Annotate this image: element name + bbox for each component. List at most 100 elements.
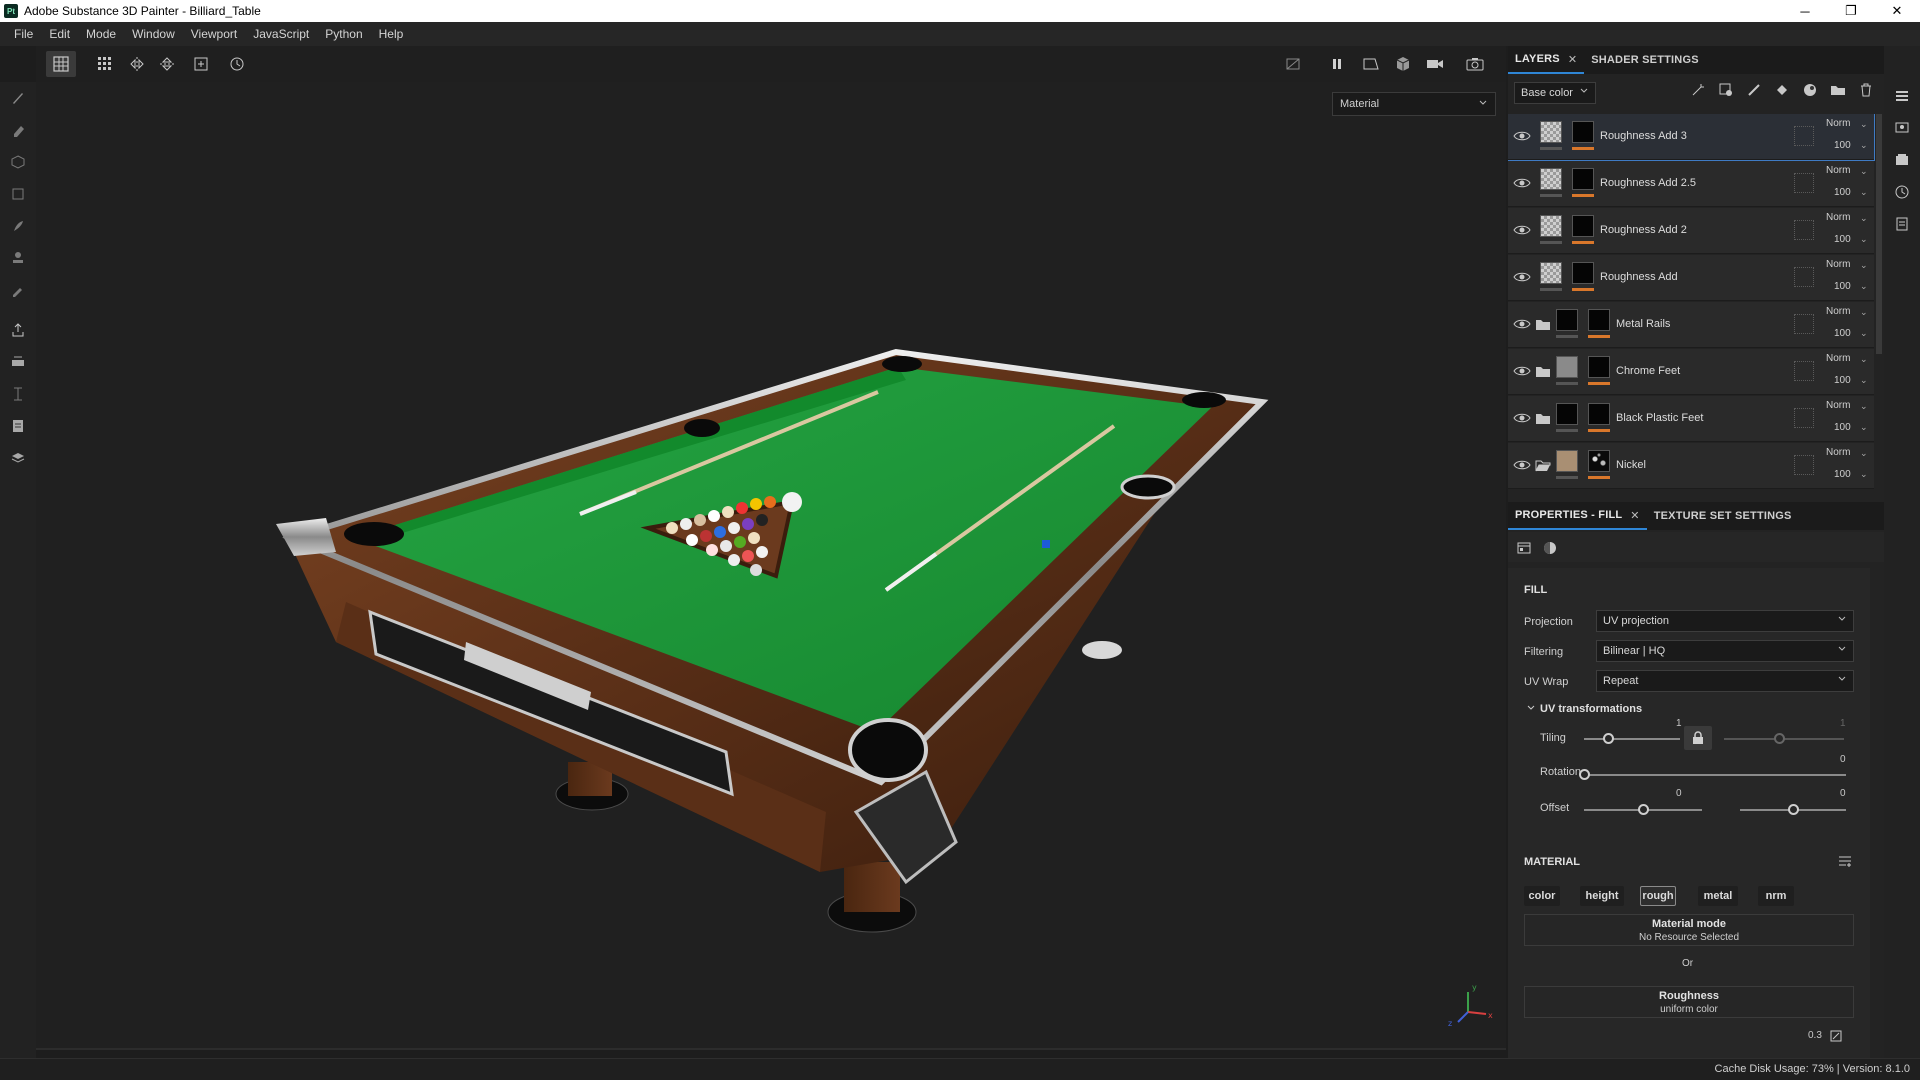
channel-toggle-color[interactable]: color — [1524, 886, 1560, 906]
layer-blend-mode[interactable]: Norm — [1826, 259, 1850, 270]
menu-window[interactable]: Window — [124, 27, 183, 41]
layer-opacity[interactable]: 100 — [1834, 375, 1851, 386]
assets-icon[interactable] — [1892, 150, 1912, 170]
menu-help[interactable]: Help — [371, 27, 412, 41]
grid-dots-icon[interactable] — [90, 51, 120, 77]
chevron-down-icon[interactable]: ⌄ — [1860, 469, 1868, 480]
chevron-down-icon[interactable]: ⌄ — [1860, 140, 1868, 151]
layer-blend-mode[interactable]: Norm — [1826, 353, 1850, 364]
color-picker-icon[interactable] — [8, 280, 28, 300]
menu-viewport[interactable]: Viewport — [183, 27, 245, 41]
rotation-slider-knob[interactable] — [1579, 769, 1590, 780]
chevron-down-icon[interactable]: ⌄ — [1860, 166, 1868, 177]
layer-mask-slot[interactable] — [1794, 173, 1814, 193]
layer-thumbnail[interactable] — [1556, 403, 1578, 425]
material-sphere-icon[interactable] — [1540, 538, 1560, 558]
layer-blend-mode[interactable]: Norm — [1826, 447, 1850, 458]
chevron-down-icon[interactable]: ⌄ — [1860, 401, 1868, 412]
layer-opacity[interactable]: 100 — [1834, 187, 1851, 198]
layer-mask-slot[interactable] — [1794, 220, 1814, 240]
layer-blend-mode[interactable]: Norm — [1826, 400, 1850, 411]
close-icon[interactable]: ✕ — [1630, 509, 1639, 522]
add-smart-material-icon[interactable] — [1800, 80, 1820, 100]
tab-texture-set-settings[interactable]: TEXTURE SET SETTINGS — [1647, 502, 1799, 530]
visibility-eye-icon[interactable] — [1513, 176, 1531, 190]
layer-thumbnail[interactable] — [1556, 450, 1578, 472]
chevron-down-icon[interactable]: ⌄ — [1860, 448, 1868, 459]
layer-mask-thumbnail[interactable] — [1572, 168, 1594, 190]
channel-toggle-rough[interactable]: rough — [1640, 886, 1676, 906]
menu-edit[interactable]: Edit — [41, 27, 78, 41]
visibility-eye-icon[interactable] — [1513, 317, 1531, 331]
layer-thumbnail[interactable] — [1556, 309, 1578, 331]
uv-transformations-toggle[interactable]: UV transformations — [1526, 702, 1642, 716]
material-mode-box[interactable]: Material mode No Resource Selected — [1524, 914, 1854, 946]
chevron-down-icon[interactable]: ⌄ — [1860, 281, 1868, 292]
add-effect-icon[interactable] — [1688, 80, 1708, 100]
chevron-down-icon[interactable]: ⌄ — [1860, 234, 1868, 245]
log-icon[interactable] — [1892, 214, 1912, 234]
layer-row[interactable]: Chrome Feet Norm ⌄ 100 ⌄ — [1508, 349, 1874, 395]
filtering-select[interactable]: Bilinear | HQ — [1596, 640, 1854, 662]
folder-icon[interactable] — [1535, 318, 1551, 331]
layer-mask-thumbnail[interactable] — [1588, 450, 1610, 472]
pause-icon[interactable] — [1322, 51, 1352, 77]
rotation-slider[interactable] — [1584, 774, 1846, 776]
tab-layers[interactable]: LAYERS ✕ — [1508, 46, 1585, 74]
visibility-eye-icon[interactable] — [1513, 364, 1531, 378]
folder-open-icon[interactable] — [1535, 459, 1551, 472]
layer-mask-slot[interactable] — [1794, 267, 1814, 287]
layer-mask-slot[interactable] — [1794, 408, 1814, 428]
eraser-icon[interactable] — [8, 120, 28, 140]
tab-shader-settings[interactable]: SHADER SETTINGS — [1584, 46, 1706, 74]
layer-row[interactable]: Roughness Add Norm ⌄ 100 ⌄ — [1508, 255, 1874, 301]
offset-v-slider-knob[interactable] — [1788, 804, 1799, 815]
roughness-box[interactable]: Roughness uniform color — [1524, 986, 1854, 1018]
chevron-down-icon[interactable]: ⌄ — [1860, 260, 1868, 271]
channel-toggle-height[interactable]: height — [1580, 886, 1624, 906]
layer-mask-thumbnail[interactable] — [1588, 403, 1610, 425]
layer-mask-thumbnail[interactable] — [1572, 121, 1594, 143]
smudge-icon[interactable] — [8, 216, 28, 236]
symmetry-y-icon[interactable] — [152, 51, 182, 77]
layer-blend-mode[interactable]: Norm — [1826, 165, 1850, 176]
viewport-mode-select[interactable]: Material — [1332, 92, 1496, 116]
chevron-down-icon[interactable]: ⌄ — [1860, 187, 1868, 198]
viewport-scrollbar[interactable] — [36, 1048, 1506, 1050]
screenshot-camera-icon[interactable] — [1460, 51, 1490, 77]
resize-icon[interactable] — [1830, 1030, 1842, 1045]
export-icon[interactable] — [8, 320, 28, 340]
layer-row[interactable]: Roughness Add 3 Norm ⌄ 100 ⌄ — [1508, 114, 1875, 161]
layers-scrollbar[interactable] — [1876, 114, 1882, 354]
channel-select[interactable]: Base color — [1514, 82, 1596, 104]
history-icon[interactable] — [222, 51, 252, 77]
channel-toggle-nrm[interactable]: nrm — [1758, 886, 1794, 906]
layer-mask-slot[interactable] — [1794, 361, 1814, 381]
display-settings-icon[interactable] — [1892, 118, 1912, 138]
lock-icon[interactable] — [1684, 726, 1712, 750]
tiling-slider-knob[interactable] — [1603, 733, 1614, 744]
chevron-down-icon[interactable]: ⌄ — [1860, 119, 1868, 130]
chevron-down-icon[interactable]: ⌄ — [1860, 354, 1868, 365]
delete-layer-icon[interactable] — [1856, 80, 1876, 100]
layer-blend-mode[interactable]: Norm — [1826, 118, 1850, 129]
layer-opacity[interactable]: 100 — [1834, 469, 1851, 480]
texture-grid-icon[interactable] — [46, 51, 76, 77]
paint-brush-icon[interactable] — [8, 88, 28, 108]
uv-wrap-select[interactable]: Repeat — [1596, 670, 1854, 692]
history-dock-icon[interactable] — [1892, 182, 1912, 202]
layer-row[interactable]: Nickel Norm ⌄ 100 ⌄ — [1508, 443, 1874, 489]
add-frame-icon[interactable] — [186, 51, 216, 77]
3d-viewport[interactable]: y x z Material — [36, 82, 1506, 1050]
layer-row[interactable]: Roughness Add 2 Norm ⌄ 100 ⌄ — [1508, 208, 1874, 254]
chevron-down-icon[interactable]: ⌄ — [1860, 375, 1868, 386]
layer-mask-thumbnail[interactable] — [1588, 356, 1610, 378]
folder-icon[interactable] — [1535, 365, 1551, 378]
visibility-eye-icon[interactable] — [1513, 411, 1531, 425]
offset-u-slider-knob[interactable] — [1638, 804, 1649, 815]
close-icon[interactable]: ✕ — [1568, 53, 1577, 66]
layer-row[interactable]: Metal Rails Norm ⌄ 100 ⌄ — [1508, 302, 1874, 348]
tiling-slider[interactable] — [1584, 738, 1680, 740]
layer-thumbnail[interactable] — [1540, 121, 1562, 143]
layer-opacity[interactable]: 100 — [1834, 422, 1851, 433]
